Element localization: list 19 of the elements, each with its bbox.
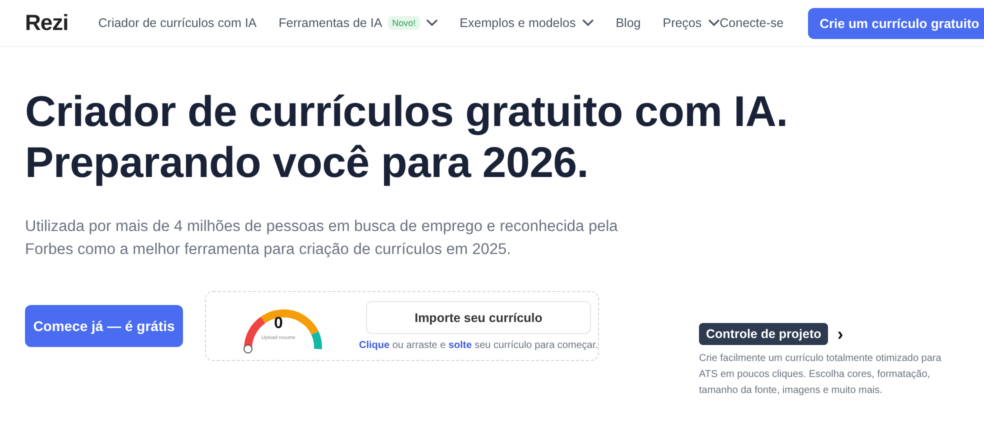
next-arrow[interactable]: › — [837, 324, 844, 344]
login-link[interactable]: Conecte-se — [720, 16, 784, 30]
score: 0 — [273, 314, 284, 332]
subtitle: Utilizada por mais de 4 milhões de pessoas em busca de emprego e reconhecida pela Forbes como a melhor ferramenta para criação de currículos em 2025. — [25, 217, 619, 260]
nav-link[interactable]: Blog — [616, 16, 641, 30]
nav-menu[interactable]: Preços — [662, 16, 702, 30]
import-button[interactable]: Importe seu currículo — [366, 301, 591, 334]
feature-tag: Controle de projeto — [699, 323, 828, 345]
logo[interactable]: Rezi — [25, 10, 68, 36]
nav-menu[interactable]: Exemplos e modelos — [460, 16, 576, 30]
start-button[interactable]: Comece já — é grátis — [25, 305, 183, 347]
upload-hint: Clique ou arraste e solte seu currículo para começar. — [359, 340, 598, 351]
new-badge: Novo! — [388, 16, 420, 30]
headline: Criador de currículos gratuito com IA. — [25, 87, 789, 138]
signup-button[interactable]: Crie um currículo gratuito — [808, 8, 984, 38]
nav-link[interactable]: Criador de currículos com IA — [98, 16, 257, 30]
headline: Preparando você para 2026. — [25, 138, 590, 189]
nav-menu[interactable]: Ferramentas de IA — [278, 16, 382, 30]
feature-description: Crie facilmente um currículo totalmente otimizado para ATS em poucos cliques. Escolha cores, formatação, tamanho da fonte, imagens e muito mais. — [699, 352, 942, 398]
